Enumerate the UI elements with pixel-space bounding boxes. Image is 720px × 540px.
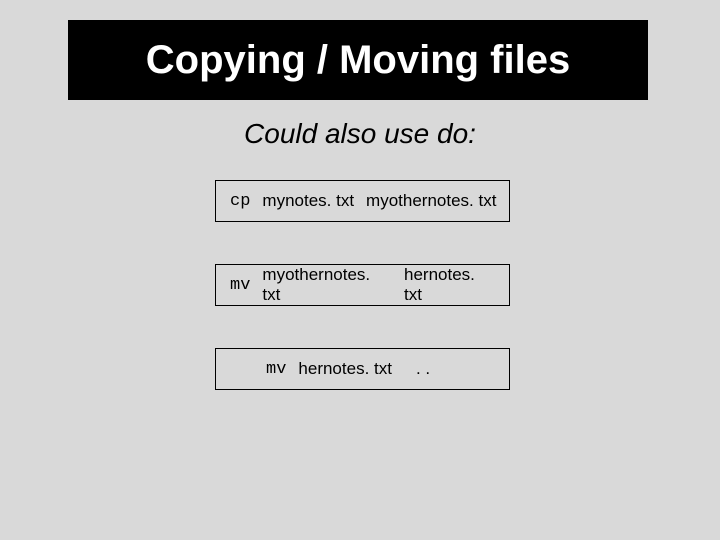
slide: Copying / Moving files Could also use do… (0, 0, 720, 540)
cmd-arg2: hernotes. txt (404, 265, 497, 305)
command-box-1: cp mynotes. txt myothernotes. txt (215, 180, 510, 222)
title-bar: Copying / Moving files (68, 20, 648, 100)
slide-subtitle: Could also use do: (0, 118, 720, 150)
cmd-arg1: hernotes. txt (298, 359, 392, 379)
command-box-3: mv hernotes. txt . . (215, 348, 510, 390)
command-box-2: mv myothernotes. txt hernotes. txt (215, 264, 510, 306)
cmd-name: mv (266, 360, 286, 379)
cmd-arg2: myothernotes. txt (366, 191, 496, 211)
cmd-arg1: myothernotes. txt (262, 265, 392, 305)
slide-title: Copying / Moving files (146, 38, 570, 83)
cmd-arg2: . . (416, 359, 430, 379)
cmd-name: cp (230, 192, 250, 211)
cmd-name: mv (230, 276, 250, 295)
cmd-arg1: mynotes. txt (262, 191, 354, 211)
